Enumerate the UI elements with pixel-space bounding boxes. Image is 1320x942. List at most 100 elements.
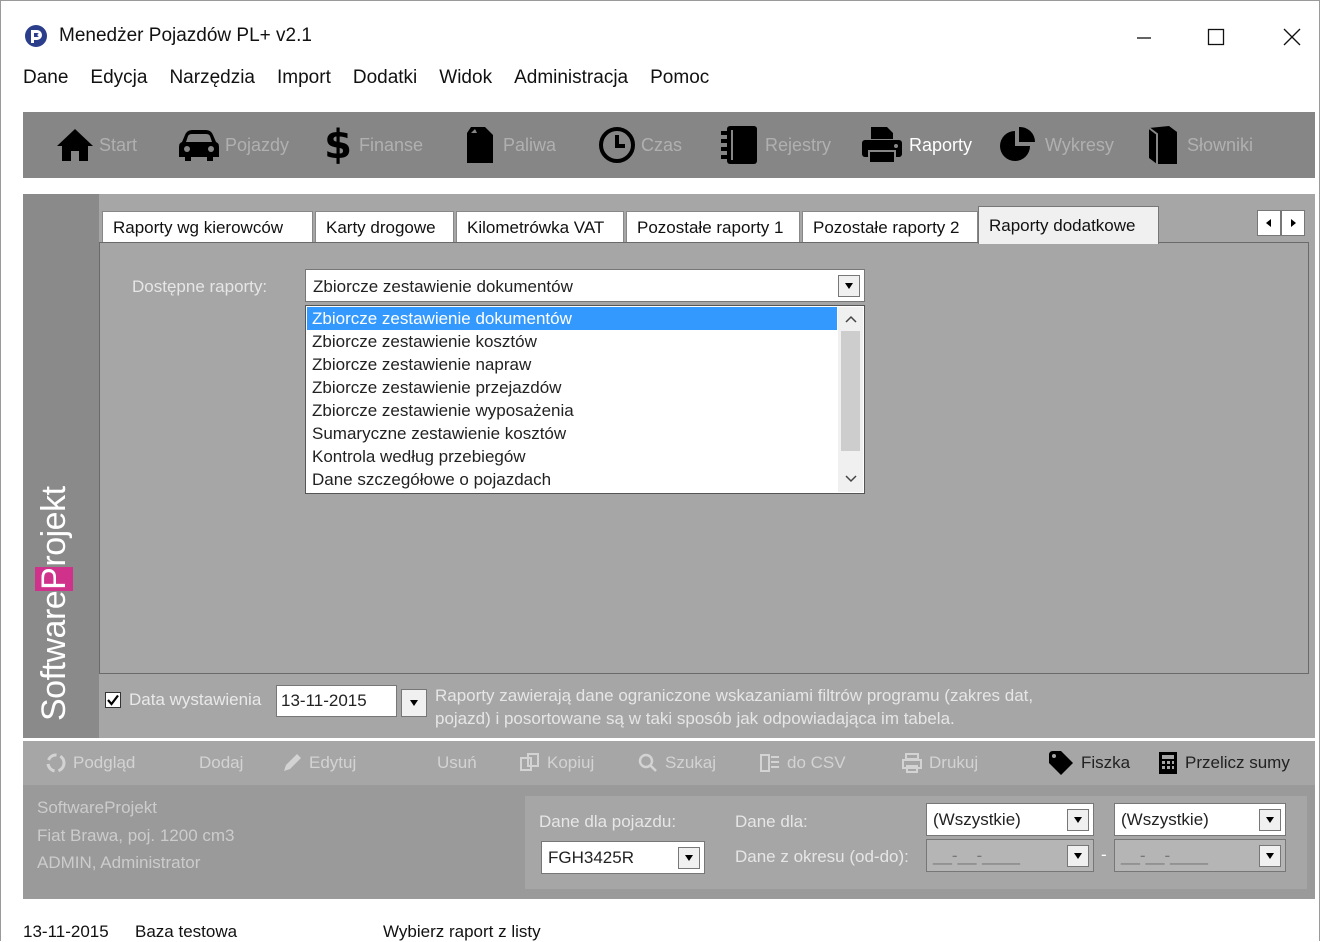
toolbar-start[interactable]: Start <box>55 112 137 178</box>
dropdown-option[interactable]: Sumaryczne zestawienie kosztów <box>307 422 837 445</box>
vehicle-dropdown-button[interactable] <box>678 847 700 869</box>
reports-dropdown-button[interactable] <box>838 275 860 297</box>
tab-raporty-dodatkowe[interactable]: Raporty dodatkowe <box>978 206 1159 244</box>
dropdown-option[interactable]: Kontrola według przebiegów <box>307 445 837 468</box>
period-to-dropdown-button[interactable] <box>1259 845 1281 867</box>
edit-button[interactable]: Edytuj <box>281 741 356 785</box>
chevron-down-icon <box>410 700 418 706</box>
tab-pozostale-raporty-1[interactable]: Pozostałe raporty 1 <box>626 211 800 243</box>
dropdown-option[interactable]: Zbiorcze zestawienie dokumentów <box>307 307 837 330</box>
date-input[interactable]: 13-11-2015 <box>276 685 397 717</box>
menu-dodatki[interactable]: Dodatki <box>353 63 417 95</box>
menu-narzedzia[interactable]: Narzędzia <box>169 63 255 95</box>
report-info-text: Raporty zawierają dane ograniczone wskaz… <box>435 686 1034 728</box>
chevron-down-icon <box>685 855 693 861</box>
period-from-dropdown-button[interactable] <box>1067 845 1089 867</box>
menu-import[interactable]: Import <box>277 63 331 95</box>
reports-dropdown-list: Zbiorcze zestawienie dokumentów Zbiorcze… <box>305 305 865 494</box>
printer-icon <box>859 125 905 165</box>
scrollbar-thumb[interactable] <box>841 331 860 451</box>
tab-karty-drogowe[interactable]: Karty drogowe <box>315 211 454 243</box>
info-vehicle: Fiat Brawa, poj. 1200 cm3 <box>37 826 235 845</box>
tab-scroll-left-button[interactable] <box>1257 210 1281 236</box>
tag-icon <box>1047 751 1075 775</box>
toolbar-pojazdy[interactable]: Pojazdy <box>177 112 289 178</box>
delete-button[interactable]: Usuń <box>437 741 477 785</box>
minimize-icon <box>1137 37 1151 39</box>
arrow-right-icon <box>1291 219 1296 227</box>
app-window: Menedżer Pojazdów PL+ v2.1 Dane Edycja N… <box>0 0 1320 942</box>
status-bar: 13-11-2015 Baza testowa Wybierz raport z… <box>1 914 1319 942</box>
search-button[interactable]: Szukaj <box>637 741 716 785</box>
preview-icon <box>45 752 67 774</box>
toolbar-wykresy[interactable]: Wykresy <box>997 112 1114 178</box>
dropdown-option[interactable]: Zbiorcze zestawienie kosztów <box>307 330 837 353</box>
toolbar-finanse[interactable]: $ Finanse <box>321 112 423 178</box>
scroll-up-icon <box>845 315 857 323</box>
dropdown-option[interactable]: Zbiorcze zestawienie przejazdów <box>307 376 837 399</box>
checkmark-icon <box>107 694 119 706</box>
preview-button[interactable]: Podgląd <box>45 741 135 785</box>
search-icon <box>637 752 659 774</box>
toolbar-raporty[interactable]: Raporty <box>859 112 972 178</box>
toolbar-paliwa[interactable]: Paliwa <box>463 112 556 178</box>
calculator-icon <box>1157 751 1179 775</box>
tab-scroll-right-button[interactable] <box>1281 210 1305 236</box>
data-for-select-2[interactable]: (Wszystkie) <box>1114 803 1286 836</box>
menu-widok[interactable]: Widok <box>439 63 492 95</box>
tab-raporty-wg-kierowcow[interactable]: Raporty wg kierowców <box>102 211 313 243</box>
tab-pozostale-raporty-2[interactable]: Pozostałe raporty 2 <box>802 211 978 243</box>
data-for-select-1[interactable]: (Wszystkie) <box>926 803 1094 836</box>
chevron-down-icon <box>1074 853 1082 859</box>
data-for-dropdown-button-2[interactable] <box>1259 809 1281 831</box>
menu-administracja[interactable]: Administracja <box>514 63 628 95</box>
date-checkbox[interactable] <box>105 692 121 708</box>
toolbar-slowniki[interactable]: Słowniki <box>1143 112 1253 178</box>
brand-logo: SoftwareProjekt <box>35 486 73 721</box>
csv-button[interactable]: do CSV <box>759 741 846 785</box>
tab-kilometrowka-vat[interactable]: Kilometrówka VAT <box>456 211 624 243</box>
pie-chart-icon <box>997 125 1041 165</box>
tag-button[interactable]: Fiszka <box>1047 741 1130 785</box>
add-button[interactable]: Dodaj <box>199 741 243 785</box>
app-logo-icon <box>25 25 47 47</box>
dollar-icon: $ <box>324 122 352 168</box>
car-icon <box>177 127 221 163</box>
dropdown-option[interactable]: Zbiorcze zestawienie wyposażenia <box>307 399 837 422</box>
status-date: 13-11-2015 <box>23 922 109 941</box>
maximize-button[interactable] <box>1193 19 1239 55</box>
vehicle-select[interactable]: FGH3425R <box>541 841 705 874</box>
date-dropdown-button[interactable] <box>401 689 427 717</box>
print-icon <box>901 752 923 774</box>
reports-select[interactable]: Zbiorcze zestawienie dokumentów <box>305 269 865 302</box>
dropdown-scrollbar[interactable] <box>838 307 863 492</box>
menu-bar: Dane Edycja Narzędzia Import Dodatki Wid… <box>1 63 1319 95</box>
data-for-dropdown-button-1[interactable] <box>1067 809 1089 831</box>
period-to-input[interactable]: __-__-____ <box>1114 839 1286 872</box>
status-message: Wybierz raport z listy <box>383 922 541 941</box>
close-icon <box>1283 28 1301 46</box>
status-database: Baza testowa <box>135 922 238 941</box>
menu-dane[interactable]: Dane <box>23 63 68 95</box>
dropdown-option[interactable]: Dane szczegółowe o pojazdach <box>307 468 837 491</box>
title-bar: Menedżer Pojazdów PL+ v2.1 <box>1 1 1319 59</box>
menu-edycja[interactable]: Edycja <box>90 63 147 95</box>
recalc-button[interactable]: Przelicz sumy <box>1157 741 1290 785</box>
toolbar-rejestry[interactable]: Rejestry <box>717 112 831 178</box>
menu-pomoc[interactable]: Pomoc <box>650 63 709 95</box>
copy-button[interactable]: Kopiuj <box>519 741 594 785</box>
window-title: Menedżer Pojazdów PL+ v2.1 <box>59 25 312 46</box>
toolbar-czas[interactable]: Czas <box>597 112 682 178</box>
info-company: SoftwareProjekt <box>37 798 157 817</box>
print-button[interactable]: Drukuj <box>901 741 978 785</box>
period-label: Dane z okresu (od-do): <box>735 847 909 866</box>
chevron-down-icon <box>1266 817 1274 823</box>
reports-select-value: Zbiorcze zestawienie dokumentów <box>313 277 573 296</box>
minimize-button[interactable] <box>1121 19 1167 55</box>
close-button[interactable] <box>1269 19 1315 55</box>
scroll-down-icon <box>845 475 857 483</box>
copy-icon <box>519 752 541 774</box>
dropdown-option[interactable]: Zbiorcze zestawienie napraw <box>307 353 837 376</box>
date-filter-label: Data wystawienia <box>129 690 262 709</box>
period-from-input[interactable]: __-__-____ <box>926 839 1094 872</box>
